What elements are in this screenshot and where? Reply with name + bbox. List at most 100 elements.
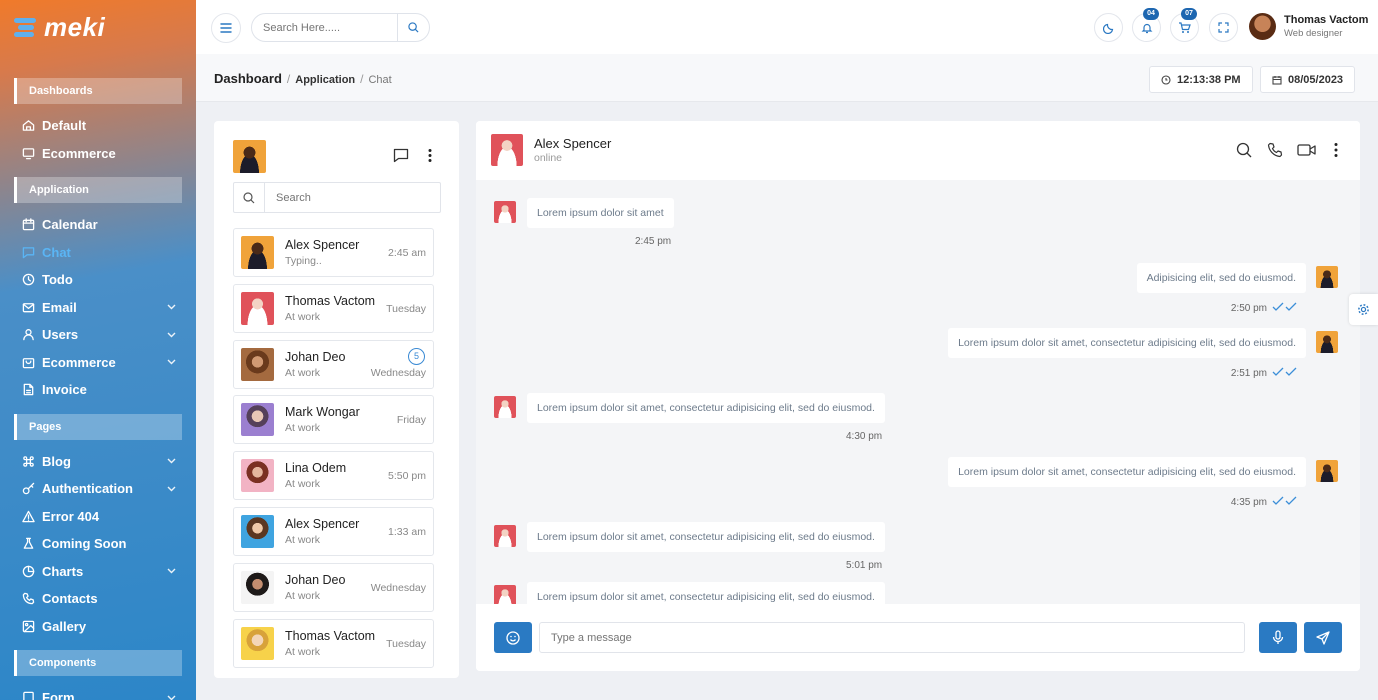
contacts-menu-button[interactable]: [428, 148, 432, 167]
message-input[interactable]: [539, 622, 1245, 653]
contact-item[interactable]: Mark Wongar At work Friday: [233, 395, 434, 445]
contact-item[interactable]: Alex Spencer At work 1:33 am: [233, 506, 434, 556]
clock-icon: [1161, 74, 1171, 85]
chevron-down-icon: [167, 302, 176, 312]
dark-mode-button[interactable]: [1094, 13, 1123, 42]
logo-mark-icon: [14, 17, 38, 37]
sidebar-item-invoice[interactable]: Invoice: [0, 376, 196, 404]
calendar-icon: [22, 218, 35, 231]
contact-search-input[interactable]: [265, 183, 435, 212]
contact-item[interactable]: Lina Odem At work 5:50 pm: [233, 451, 434, 501]
cart-badge: 07: [1181, 8, 1197, 20]
contact-last-time: 5:50 pm: [388, 470, 426, 483]
sidebar-item-error-404[interactable]: Error 404: [0, 503, 196, 531]
contact-item[interactable]: Johan Deo At work 5 Wednesday: [233, 339, 434, 389]
sidebar-item-blog[interactable]: Blog: [0, 448, 196, 476]
logo[interactable]: meki: [0, 0, 196, 54]
double-check-icon: [1272, 301, 1298, 315]
my-avatar[interactable]: [233, 140, 266, 173]
search-button[interactable]: [397, 14, 429, 41]
message-time-text: 4:35 pm: [1230, 496, 1267, 508]
clock-pill: 12:13:38 PM: [1149, 66, 1253, 93]
sidebar-item-default[interactable]: Default: [0, 112, 196, 140]
sidebar-nav: Dashboards Default Ecommerce Application Cal…: [0, 78, 196, 700]
sidebar-section-title: Components: [14, 650, 182, 676]
emoji-button[interactable]: [494, 622, 532, 653]
message-bubble: Lorem ipsum dolor sit amet: [527, 198, 674, 228]
sidebar-item-authentication[interactable]: Authentication: [0, 475, 196, 503]
contact-name: Alex Spencer: [285, 238, 360, 252]
search-icon: [1236, 142, 1252, 158]
sidebar-item-ecommerce[interactable]: Ecommerce: [0, 349, 196, 377]
video-icon: [1297, 144, 1316, 156]
message-list: Lorem ipsum dolor sit amet 2:45 pm Adipisi…: [476, 180, 1360, 604]
user-profile[interactable]: Thomas Vactom Web designer: [1249, 13, 1368, 40]
fullscreen-button[interactable]: [1209, 13, 1238, 42]
chat-panel: Alex Spencer online Lorem ipsum dolor si…: [476, 121, 1360, 671]
contact-search: [233, 182, 441, 213]
cart-button[interactable]: 07: [1170, 8, 1199, 42]
message-composer: [476, 604, 1360, 671]
sidebar-section-title: Dashboards: [14, 78, 182, 104]
voice-message-button[interactable]: [1259, 622, 1297, 653]
global-search-input[interactable]: [252, 14, 397, 41]
contact-last-time: Friday: [396, 414, 426, 427]
contact-status: Typing..: [285, 255, 322, 267]
image-icon: [22, 620, 35, 633]
more-vertical-icon: [428, 149, 432, 162]
breadcrumb-current: Chat: [368, 74, 392, 86]
breadcrumb-section[interactable]: Application: [295, 74, 355, 86]
notifications-button[interactable]: 04: [1132, 8, 1161, 42]
sidebar-item-ecommerce[interactable]: Ecommerce: [0, 140, 196, 168]
contact-item[interactable]: Johan Deo At work Wednesday: [233, 562, 434, 612]
mail-icon: [22, 302, 35, 313]
message-time-text: 2:50 pm: [1230, 302, 1267, 314]
contact-item[interactable]: Alex Spencer Typing.. 2:45 am: [233, 228, 434, 277]
sidebar-item-email[interactable]: Email: [0, 294, 196, 322]
chat-search-button[interactable]: [1236, 142, 1252, 163]
voice-call-button[interactable]: [1267, 142, 1283, 163]
sidebar-item-label: Todo: [42, 272, 73, 288]
logo-text: meki: [44, 11, 106, 42]
contact-avatar: [241, 514, 274, 548]
breadcrumb-root[interactable]: Dashboard: [214, 71, 282, 86]
sidebar-item-label: Invoice: [42, 382, 87, 398]
sidebar: meki Dashboards Default Ecommerce Applicati…: [0, 0, 196, 700]
contact-search-button[interactable]: [234, 183, 265, 212]
clock-icon: [22, 273, 35, 286]
settings-drawer-button[interactable]: [1349, 294, 1378, 325]
message-avatar: [494, 525, 516, 547]
message-avatar: [494, 201, 516, 223]
flask-icon: [22, 537, 35, 550]
calendar-icon: [1272, 75, 1282, 85]
phone-icon: [1267, 142, 1283, 158]
sidebar-item-charts[interactable]: Charts: [0, 558, 196, 586]
sidebar-item-calendar[interactable]: Calendar: [0, 211, 196, 239]
contact-item[interactable]: Thomas Vactom At work Tuesday: [233, 618, 434, 668]
message-avatar: [1316, 331, 1338, 353]
sidebar-item-users[interactable]: Users: [0, 321, 196, 349]
message-bubble: Lorem ipsum dolor sit amet, consectetur …: [948, 457, 1306, 487]
menu-toggle-button[interactable]: [211, 13, 241, 43]
send-button[interactable]: [1304, 622, 1342, 653]
sidebar-item-label: Default: [42, 118, 87, 134]
sidebar-item-gallery[interactable]: Gallery: [0, 613, 196, 641]
sidebar-item-todo[interactable]: Todo: [0, 266, 196, 294]
chat-contact-status: online: [534, 152, 563, 164]
sidebar-group: Default Ecommerce: [0, 112, 196, 167]
contact-avatar: [241, 347, 274, 381]
sidebar-item-label: Authentication: [42, 481, 133, 497]
sidebar-item-chat[interactable]: Chat: [0, 239, 196, 267]
pie-icon: [22, 565, 35, 578]
contact-item[interactable]: Thomas Vactom At work Tuesday: [233, 283, 434, 333]
chat-menu-button[interactable]: [1334, 142, 1338, 163]
sidebar-item-coming-soon[interactable]: Coming Soon: [0, 530, 196, 558]
sidebar-item-form[interactable]: Form: [0, 684, 196, 700]
new-chat-button[interactable]: [393, 148, 409, 167]
video-call-button[interactable]: [1297, 142, 1316, 163]
message-bubble: Lorem ipsum dolor sit amet, consectetur …: [527, 582, 885, 604]
breadcrumb: Dashboard / Application / Chat: [214, 71, 392, 86]
maximize-icon: [1218, 22, 1229, 33]
sidebar-item-contacts[interactable]: Contacts: [0, 585, 196, 613]
clock-icon: [22, 273, 35, 286]
